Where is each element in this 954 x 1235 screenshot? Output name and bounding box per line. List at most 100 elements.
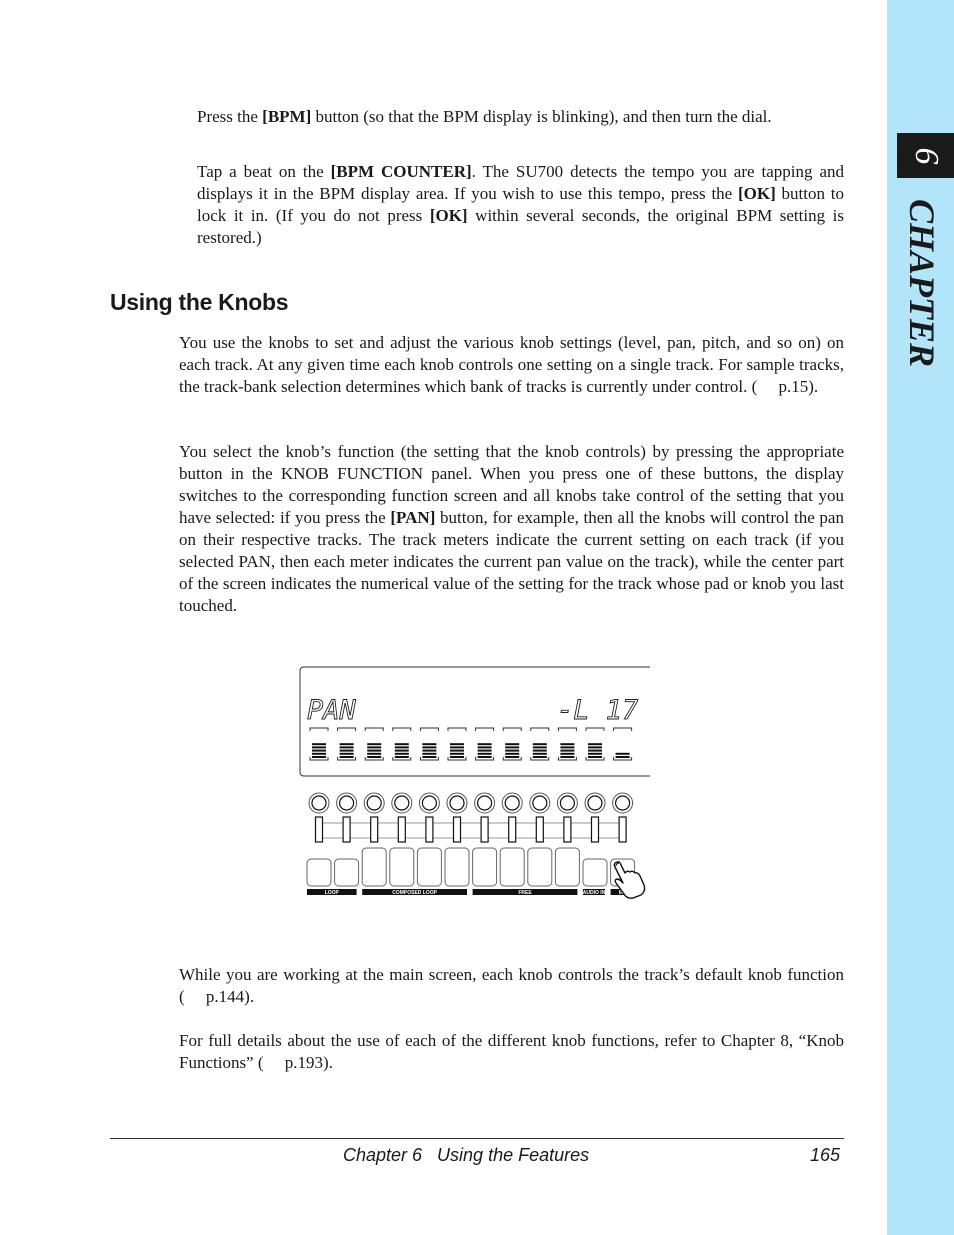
meter-segment bbox=[367, 756, 382, 758]
knob-row bbox=[308, 792, 634, 843]
knob-cap bbox=[449, 795, 465, 811]
knob-panel-figure: PAN -L 17 LOOPCOMPOSED LOOPFREEAUDIO INM… bbox=[295, 665, 660, 910]
knobs-paragraph-4: For full details about the use of each o… bbox=[179, 1031, 844, 1072]
meter-segment bbox=[450, 746, 464, 749]
meter-segment bbox=[532, 749, 547, 752]
meter-segment bbox=[477, 746, 492, 749]
chapter-label: CHAPTER bbox=[902, 198, 942, 367]
meter-cap bbox=[530, 727, 550, 731]
track-meter bbox=[309, 727, 329, 761]
meter-segment bbox=[588, 746, 602, 749]
meter-segment bbox=[477, 749, 492, 752]
track-meters bbox=[309, 727, 633, 761]
text: button (so that the BPM display is blink… bbox=[311, 107, 772, 126]
track-pad bbox=[527, 847, 553, 887]
track-meter bbox=[502, 727, 522, 761]
intro-paragraph-counter: Tap a beat on the [BPM COUNTER]. The SU7… bbox=[197, 161, 844, 249]
track-pad bbox=[499, 847, 525, 887]
knob bbox=[418, 792, 440, 814]
track-meter bbox=[447, 727, 467, 761]
track-pad bbox=[472, 847, 498, 887]
knob bbox=[446, 792, 468, 814]
track-fader bbox=[370, 816, 379, 843]
group-strip-label: FREE bbox=[518, 890, 532, 896]
lcd-value-text: -L 17 bbox=[557, 695, 638, 726]
meter-cap bbox=[585, 727, 605, 731]
footer-chapter-title: Chapter 6 Using the Features bbox=[343, 1145, 590, 1165]
meter-segment bbox=[312, 756, 326, 758]
pad-row bbox=[306, 847, 636, 887]
ok-button-ref: [OK] bbox=[738, 184, 776, 203]
track-fader bbox=[342, 816, 351, 843]
meter-segment bbox=[532, 743, 547, 746]
meter-segment bbox=[312, 749, 326, 752]
meter-segment bbox=[588, 749, 602, 752]
meter-cap bbox=[309, 727, 329, 731]
page-number: 165 bbox=[810, 1145, 841, 1165]
meter-segment bbox=[394, 749, 409, 752]
meter-segment bbox=[532, 746, 547, 749]
meter-segment bbox=[312, 746, 326, 749]
track-fader bbox=[314, 816, 324, 843]
meter-segment bbox=[450, 743, 464, 746]
meter-segment bbox=[367, 752, 382, 755]
knob bbox=[584, 792, 606, 814]
meter-segment bbox=[505, 752, 520, 755]
meter-segment bbox=[560, 752, 575, 755]
track-pad bbox=[554, 847, 580, 887]
knob-cap bbox=[394, 795, 410, 811]
knobs-paragraph-1: You use the knobs to set and adjust the … bbox=[179, 333, 844, 396]
knob-cap bbox=[559, 795, 575, 811]
meter-segment bbox=[339, 749, 354, 752]
track-pad bbox=[389, 847, 415, 887]
footer-rule bbox=[110, 1138, 844, 1139]
meter-segment bbox=[394, 746, 409, 749]
meter-segment bbox=[477, 752, 492, 755]
knob-cap bbox=[311, 795, 327, 811]
meter-cap bbox=[447, 727, 467, 731]
chapter-sidebar bbox=[887, 0, 954, 1235]
meter-segment bbox=[505, 749, 520, 752]
knob bbox=[556, 792, 578, 814]
knob-cap bbox=[477, 795, 493, 811]
knob-cap bbox=[421, 795, 437, 811]
text: Press the bbox=[197, 107, 263, 126]
track-meter bbox=[392, 727, 412, 761]
knobs-paragraph-2: You select the knob’s function (the sett… bbox=[179, 441, 844, 617]
bpm-counter-ref: [BPM COUNTER] bbox=[330, 162, 472, 181]
knob bbox=[529, 792, 551, 814]
track-fader bbox=[508, 816, 517, 843]
meter-cap bbox=[392, 727, 412, 731]
knob-cap bbox=[338, 795, 355, 811]
meter-segment bbox=[588, 756, 602, 758]
track-meter bbox=[613, 727, 633, 761]
track-pad bbox=[444, 847, 470, 887]
group-label-strips: LOOPCOMPOSED LOOPFREEAUDIO INMA bbox=[307, 889, 635, 896]
meter-segment bbox=[339, 752, 354, 755]
track-pad bbox=[361, 847, 387, 887]
knob-cap bbox=[532, 795, 548, 811]
group-strip-label: COMPOSED LOOP bbox=[392, 890, 437, 896]
meter-segment bbox=[450, 756, 464, 758]
chapter-number-tab: 6 bbox=[897, 133, 954, 178]
meter-cap bbox=[613, 727, 633, 731]
meter-segment bbox=[422, 756, 437, 758]
track-meter bbox=[530, 727, 550, 761]
intro-paragraph-bpm: Press the [BPM] button (so that the BPM … bbox=[197, 106, 844, 128]
meter-segment bbox=[394, 743, 409, 746]
meter-segment bbox=[532, 756, 547, 758]
track-fader bbox=[590, 816, 600, 843]
track-fader bbox=[480, 816, 489, 843]
section-heading: Using the Knobs bbox=[110, 289, 289, 315]
meter-segment bbox=[450, 749, 464, 752]
chapter-label-box: CHAPTER bbox=[902, 195, 942, 370]
pan-button-ref: [PAN] bbox=[390, 508, 436, 527]
meter-segment bbox=[615, 756, 630, 758]
knob bbox=[391, 792, 413, 814]
knob bbox=[612, 792, 634, 814]
knob bbox=[336, 792, 358, 814]
track-fader bbox=[452, 816, 462, 843]
chapter-number: 6 bbox=[908, 147, 945, 165]
meter-segment bbox=[505, 743, 520, 746]
knob bbox=[363, 792, 385, 814]
